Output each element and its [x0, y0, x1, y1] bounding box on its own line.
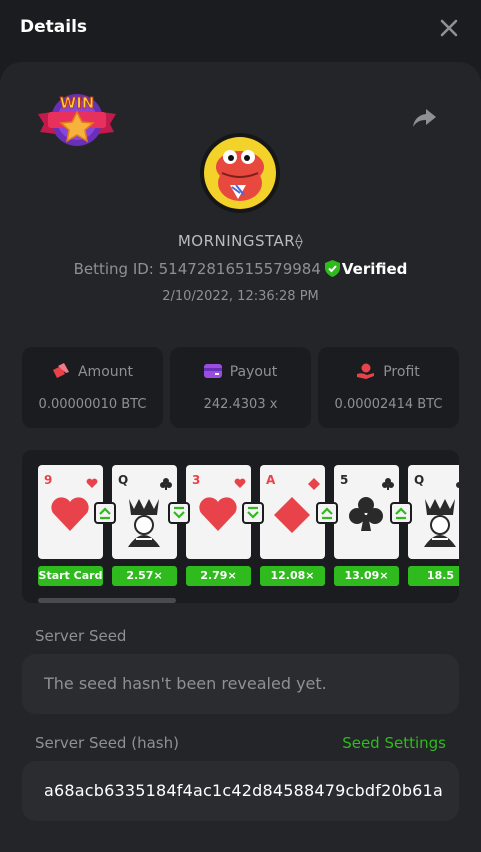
close-icon[interactable]	[436, 15, 462, 41]
lower-arrow-icon	[168, 502, 190, 524]
playing-card: Q	[408, 465, 459, 559]
betting-id-label: Betting ID:	[73, 260, 154, 278]
card-rank: Q	[118, 473, 129, 487]
diamond-pip-icon	[272, 495, 312, 539]
page-title: Details	[20, 17, 88, 37]
verified-shield-icon	[324, 260, 340, 281]
profit-value: 0.00002414 BTC	[334, 397, 443, 412]
payout-value: 242.4303 x	[203, 397, 278, 412]
heart-suit-icon	[234, 475, 246, 494]
card-multiplier: 13.09×	[334, 566, 399, 586]
amount-icon	[52, 363, 69, 378]
heart-pip-icon	[50, 495, 90, 539]
card-rank: A	[266, 473, 276, 487]
seed-settings-link[interactable]: Seed Settings	[342, 734, 446, 752]
higher-arrow-icon	[316, 502, 338, 524]
queen-figure-icon	[420, 495, 459, 555]
server-seed-hash-field[interactable]: a68acb6335184f4ac1c42d84588479cbdf20b61a	[22, 761, 459, 821]
card-history-scrollbar[interactable]	[38, 598, 176, 603]
higher-arrow-icon	[390, 502, 412, 524]
stat-profit: Profit 0.00002414 BTC	[318, 347, 459, 428]
payout-icon	[203, 364, 222, 378]
club-suit-icon	[160, 475, 172, 494]
club-pip-icon	[346, 495, 386, 539]
badge-text: WIN	[60, 94, 95, 112]
share-icon[interactable]	[410, 106, 438, 130]
card-multiplier: 18.5	[408, 566, 459, 586]
card-multiplier: 2.57×	[112, 566, 177, 586]
card-history[interactable]: 9 Start Card Q 2.57× 3 2.79× A 12.08× 5 13.09× Q 18…	[22, 450, 459, 603]
club-suit-icon	[382, 475, 394, 494]
win-badge-icon: WIN	[36, 88, 118, 150]
payout-label: Payout	[229, 364, 278, 380]
header-bar: Details	[0, 0, 481, 60]
stat-payout: Payout 242.4303 x	[170, 347, 311, 428]
heart-pip-icon	[198, 495, 238, 539]
username: MORNINGSTAR⟠	[177, 232, 304, 250]
card-multiplier: 12.08×	[260, 566, 325, 586]
bet-timestamp: 2/10/2022, 12:36:28 PM	[162, 289, 319, 304]
profit-icon	[357, 363, 375, 379]
card-rank: 3	[192, 473, 201, 487]
server-seed-label: Server Seed	[35, 627, 127, 645]
card-rank: 9	[44, 473, 53, 487]
card-rank: Q	[414, 473, 425, 487]
lower-arrow-icon	[242, 502, 264, 524]
betting-id-value: 51472816515579984	[158, 260, 321, 278]
server-seed-hash-label: Server Seed (hash)	[35, 734, 179, 752]
card-multiplier: Start Card	[38, 566, 103, 586]
diamond-suit-icon	[308, 475, 320, 494]
server-seed-field: The seed hasn't been revealed yet.	[22, 654, 459, 714]
amount-value: 0.00000010 BTC	[38, 397, 147, 412]
higher-arrow-icon	[94, 502, 116, 524]
avatar	[200, 133, 280, 213]
queen-figure-icon	[124, 495, 164, 555]
amount-label: Amount	[77, 364, 133, 380]
card-multiplier: 2.79×	[186, 566, 251, 586]
card-rank: 5	[340, 473, 349, 487]
betting-id-line: Betting ID: 51472816515579984 Verified	[0, 260, 481, 281]
club-suit-icon	[456, 475, 459, 494]
stat-amount: Amount 0.00000010 BTC	[22, 347, 163, 428]
heart-suit-icon	[86, 475, 98, 494]
verified-label: Verified	[341, 260, 408, 278]
profit-label: Profit	[383, 364, 420, 380]
